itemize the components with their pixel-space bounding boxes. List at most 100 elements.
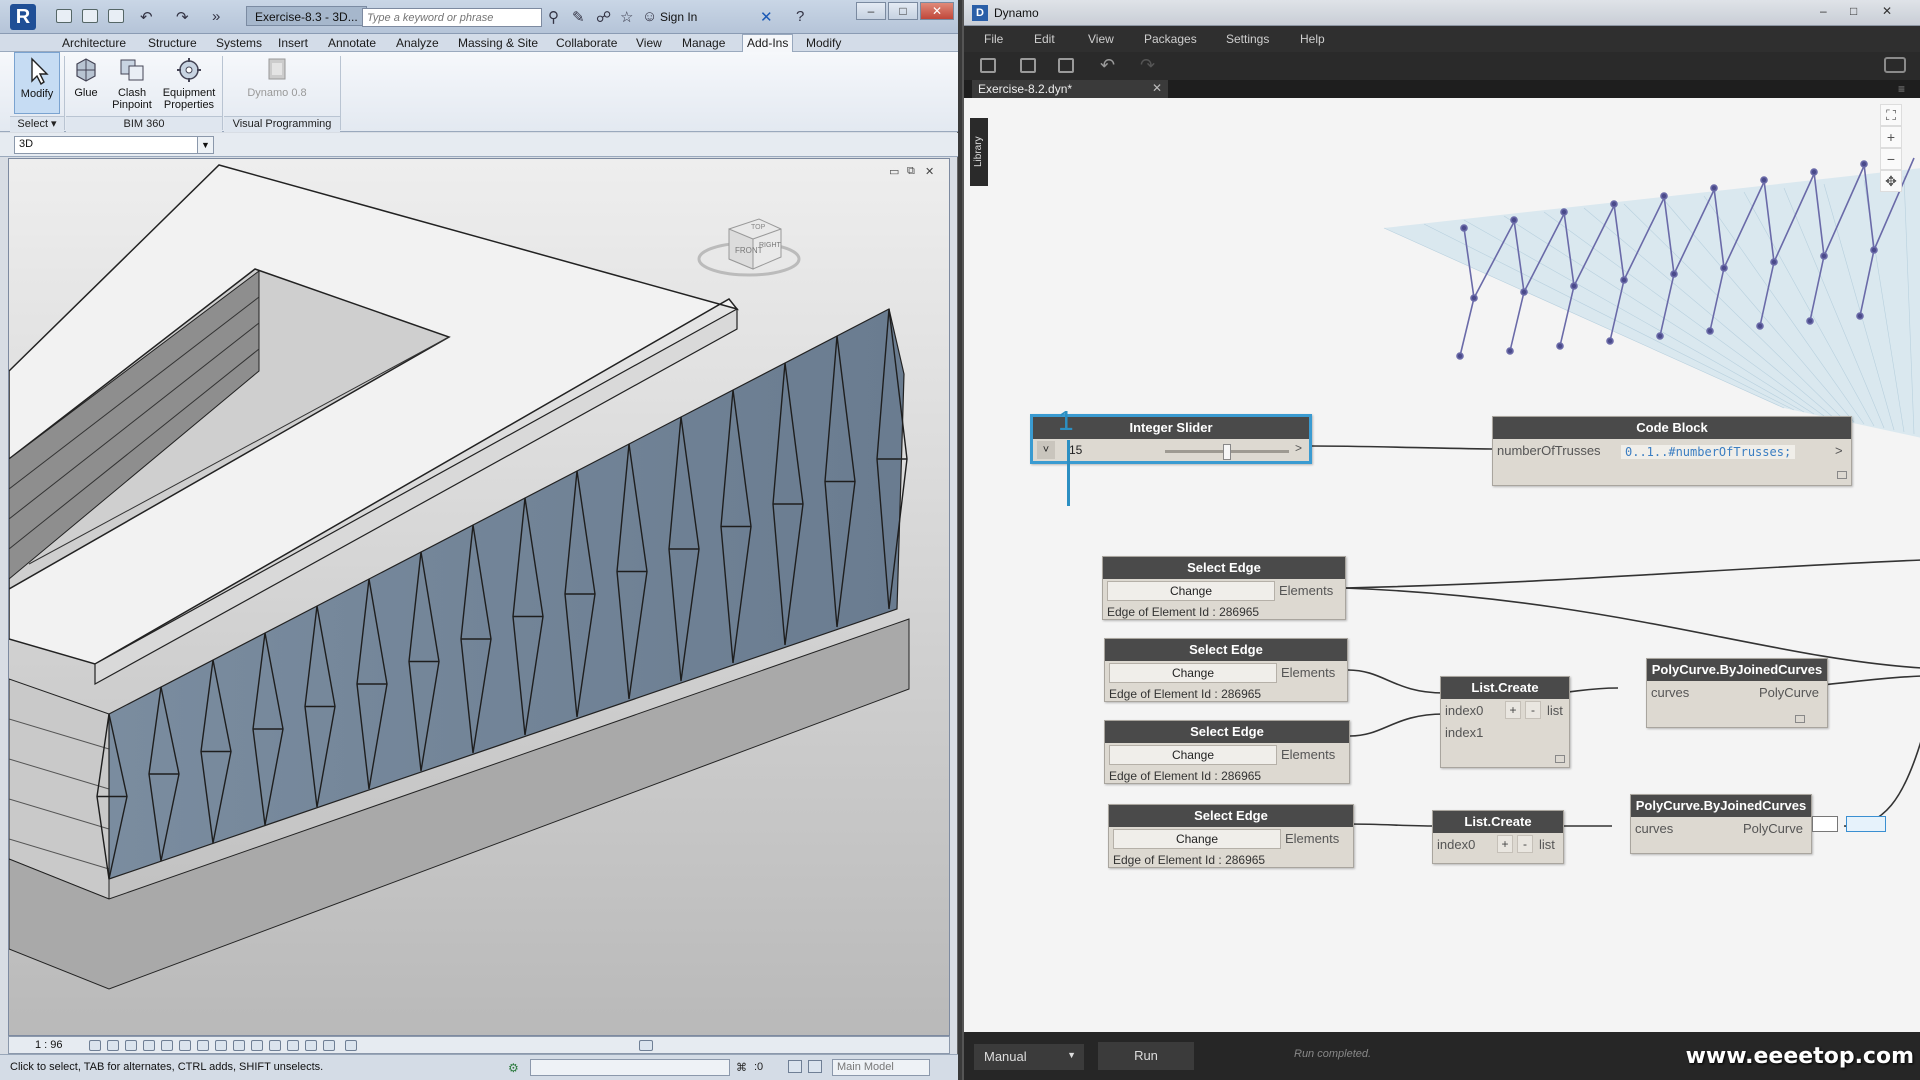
maximize-button[interactable]: □ xyxy=(888,2,918,20)
worksets-icon[interactable]: ⚙ xyxy=(508,1061,519,1075)
constraints-icon[interactable] xyxy=(305,1040,317,1051)
minimize-button[interactable]: – xyxy=(856,2,886,20)
menu-help[interactable]: Help xyxy=(1300,32,1325,46)
viewport-close-icon[interactable]: ✕ xyxy=(925,165,934,178)
viewport-restore-icon[interactable]: ⧉ xyxy=(907,165,915,178)
tab-massing-site[interactable]: Massing & Site xyxy=(458,36,538,50)
polycurve-by-joined-curves-node[interactable]: PolyCurve.ByJoinedCurves curves PolyCurv… xyxy=(1630,794,1812,854)
design-option-selector[interactable]: Main Model xyxy=(832,1059,930,1076)
show-crop-icon[interactable] xyxy=(197,1040,209,1051)
graph-canvas[interactable]: Library ⛶ + − ✥ Integer Slider ˅ 15 > Co… xyxy=(964,98,1920,1032)
design-options-icon[interactable] xyxy=(788,1060,802,1073)
new-file-icon[interactable] xyxy=(980,58,996,73)
slider-value[interactable]: 15 xyxy=(1069,443,1082,457)
polycurve-by-joined-curves-node[interactable]: PolyCurve.ByJoinedCurves curves PolyCurv… xyxy=(1646,658,1828,728)
index0-input-port[interactable]: index0 xyxy=(1445,703,1483,718)
tab-menu-icon[interactable]: ≡ xyxy=(1898,82,1905,96)
tab-view[interactable]: View xyxy=(636,36,662,50)
save-icon[interactable] xyxy=(82,9,98,23)
save-file-icon[interactable] xyxy=(1058,58,1074,73)
preview-toggle-icon[interactable] xyxy=(1837,471,1847,479)
select-edge-node[interactable]: Select Edge Change Elements Edge of Elem… xyxy=(1102,556,1346,620)
close-button[interactable]: ✕ xyxy=(920,2,954,20)
highlight-displacement-icon[interactable] xyxy=(287,1040,299,1051)
communication-icon[interactable]: ☍ xyxy=(596,8,611,26)
binoculars-icon[interactable]: ⚲ xyxy=(548,8,559,26)
zoom-in-icon[interactable]: + xyxy=(1880,126,1902,148)
open-file-icon[interactable] xyxy=(1020,58,1036,73)
3d-viewport[interactable]: FRONT RIGHT TOP ▭ ⧉ ✕ xyxy=(8,158,950,1036)
close-button[interactable]: ✕ xyxy=(1882,4,1892,18)
library-toggle-tab[interactable]: Library xyxy=(970,118,988,186)
elements-output-port[interactable]: Elements xyxy=(1285,831,1339,846)
reveal-hidden-icon[interactable] xyxy=(251,1040,263,1051)
modify-tool-button[interactable]: Modify xyxy=(14,52,60,114)
tab-collaborate[interactable]: Collaborate xyxy=(556,36,617,50)
elements-output-port[interactable]: Elements xyxy=(1279,583,1333,598)
slider-thumb[interactable] xyxy=(1223,444,1231,460)
maximize-button[interactable]: □ xyxy=(1850,4,1857,18)
sign-in-link[interactable]: Sign In xyxy=(660,10,697,24)
index0-input-port[interactable]: index0 xyxy=(1437,837,1475,852)
render-icon[interactable] xyxy=(161,1040,173,1051)
menu-view[interactable]: View xyxy=(1088,32,1114,46)
slider-output-port[interactable]: > xyxy=(1295,441,1302,455)
pan-icon[interactable]: ✥ xyxy=(1880,170,1902,192)
tab-annotate[interactable]: Annotate xyxy=(328,36,376,50)
add-input-button[interactable]: + xyxy=(1505,701,1521,719)
zoom-out-icon[interactable]: − xyxy=(1880,148,1902,170)
glue-tool-button[interactable]: Glue xyxy=(66,52,106,114)
list-create-node[interactable]: List.Create index0 + - list index1 xyxy=(1440,676,1570,768)
preview-toggle-icon[interactable] xyxy=(1795,715,1805,723)
open-icon[interactable] xyxy=(56,9,72,23)
polycurve-output-port[interactable]: PolyCurve xyxy=(1759,685,1819,700)
preview-toggle-icon[interactable] xyxy=(1555,755,1565,763)
select-edge-node[interactable]: Select Edge Change Elements Edge of Elem… xyxy=(1104,720,1350,784)
sun-path-icon[interactable] xyxy=(125,1040,137,1051)
undo-icon[interactable]: ↶ xyxy=(140,8,153,26)
list-output-port[interactable]: list xyxy=(1539,837,1555,852)
menu-packages[interactable]: Packages xyxy=(1144,32,1197,46)
sync-icon[interactable] xyxy=(108,9,124,23)
elements-output-port[interactable]: Elements xyxy=(1281,747,1335,762)
select-panel-label[interactable]: Select ▾ xyxy=(10,116,64,132)
menu-file[interactable]: File xyxy=(984,32,1003,46)
add-input-button[interactable]: + xyxy=(1497,835,1513,853)
change-selection-button[interactable]: Change xyxy=(1109,663,1277,683)
remove-input-button[interactable]: - xyxy=(1525,701,1541,719)
exchange-icon[interactable]: ✕ xyxy=(760,8,773,26)
search-input[interactable] xyxy=(362,8,542,27)
run-mode-dropdown[interactable]: Manual ▼ xyxy=(974,1044,1084,1070)
menu-edit[interactable]: Edit xyxy=(1034,32,1055,46)
view-type-selector[interactable]: 3D ▼ xyxy=(14,136,214,154)
select-edge-node[interactable]: Select Edge Change Elements Edge of Elem… xyxy=(1104,638,1348,702)
tab-insert[interactable]: Insert xyxy=(278,36,308,50)
subscription-icon[interactable]: ✎ xyxy=(572,8,585,26)
curves-input-port[interactable]: curves xyxy=(1635,821,1673,836)
change-selection-button[interactable]: Change xyxy=(1113,829,1281,849)
tab-modify[interactable]: Modify xyxy=(806,36,841,50)
zoom-to-fit-icon[interactable]: ⛶ xyxy=(1880,104,1902,126)
menu-settings[interactable]: Settings xyxy=(1226,32,1269,46)
list-create-node[interactable]: List.Create index0 + - list xyxy=(1432,810,1564,864)
minimize-button[interactable]: – xyxy=(1820,4,1827,18)
tab-add-ins[interactable]: Add-Ins xyxy=(742,34,794,53)
tab-analyze[interactable]: Analyze xyxy=(396,36,439,50)
help-icon[interactable]: ? xyxy=(796,8,804,25)
code-block-node[interactable]: Code Block numberOfTrusses 0..1..#number… xyxy=(1492,416,1852,486)
undo-icon[interactable]: ↶ xyxy=(1100,55,1115,76)
redo-icon[interactable]: ↷ xyxy=(176,8,189,26)
list-output-port[interactable]: list xyxy=(1547,703,1563,718)
detail-level-icon[interactable] xyxy=(89,1040,101,1051)
close-tab-icon[interactable]: ✕ xyxy=(1152,81,1162,95)
filter-icon[interactable] xyxy=(808,1060,822,1073)
visual-style-icon[interactable] xyxy=(107,1040,119,1051)
favorites-icon[interactable]: ☆ xyxy=(620,8,633,26)
shadows-icon[interactable] xyxy=(143,1040,155,1051)
curves-input-port[interactable]: curves xyxy=(1651,685,1689,700)
index1-input-port[interactable]: index1 xyxy=(1445,725,1483,740)
graph-view-toggle-icon[interactable] xyxy=(1846,816,1886,832)
redo-icon[interactable]: ↷ xyxy=(1140,55,1155,76)
worksharing-icon[interactable] xyxy=(323,1040,335,1051)
tab-structure[interactable]: Structure xyxy=(148,36,197,50)
